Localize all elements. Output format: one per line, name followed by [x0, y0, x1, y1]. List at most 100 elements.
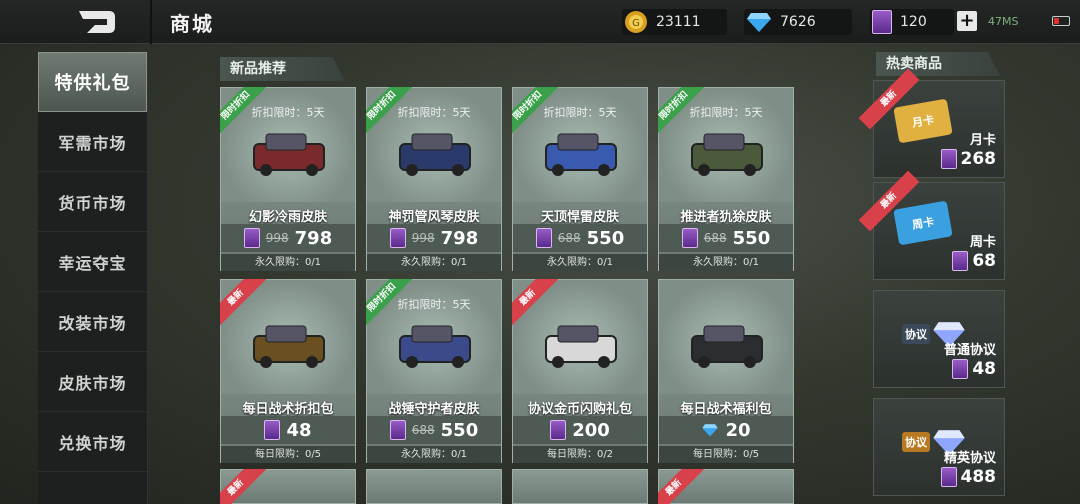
product-card[interactable]: 最新 每日战术折扣包 48 每日限购：0/5	[220, 279, 356, 463]
product-card[interactable]: 限时折扣 折扣限时：5天 天顶悍雷皮肤 688 550 永久限购：0/1	[512, 87, 648, 271]
original-price: 688	[557, 231, 581, 245]
gold-amount: 23111	[656, 14, 701, 30]
sidebar-item-lucky-draw[interactable]: 幸运夺宝	[38, 232, 147, 292]
product-card-partial[interactable]: 最新	[658, 469, 794, 504]
product-name: 每日战术折扣包	[242, 402, 334, 417]
product-card[interactable]: 限时折扣 折扣限时：5天 幻影冷雨皮肤 998 798 永久限购：0/1	[220, 87, 356, 271]
diamond-icon	[747, 13, 771, 32]
hot-items-header: 热卖商品	[876, 52, 1000, 76]
hot-item-price: 488	[940, 467, 997, 487]
coupon-icon	[243, 228, 260, 248]
new-items-header: 新品推荐	[220, 57, 345, 81]
coupon-amount: 120	[900, 14, 927, 30]
sidebar-item-supply-market[interactable]: 军需市场	[38, 112, 147, 172]
hot-item-name: 普通协议	[943, 343, 996, 358]
hot-item[interactable]: 协议 精英协议 488	[873, 398, 1005, 496]
coupon-counter[interactable]: 120	[870, 9, 954, 35]
product-image	[399, 133, 471, 176]
hot-item-price: 268	[940, 149, 997, 169]
price-bar: 688 550	[659, 224, 793, 252]
hot-item-name: 周卡	[969, 235, 996, 250]
product-image	[691, 325, 763, 368]
sale-price: 550	[586, 227, 625, 249]
sidebar: 特供礼包 军需市场 货币市场 幸运夺宝 改装市场 皮肤市场 兑换市场	[38, 52, 148, 504]
product-card-partial[interactable]	[512, 469, 648, 504]
hot-item-name: 精英协议	[943, 451, 996, 466]
purchase-limit: 永久限购：0/1	[659, 254, 793, 271]
diamond-amount: 7626	[780, 14, 816, 30]
hot-item[interactable]: 协议 普通协议 48	[873, 290, 1005, 388]
product-name: 幻影冷雨皮肤	[248, 210, 327, 225]
sale-price: 798	[294, 227, 333, 249]
svg-text:G: G	[632, 18, 640, 29]
sidebar-item-mod-market[interactable]: 改装市场	[38, 292, 147, 352]
hot-item-price-value: 488	[960, 467, 997, 487]
product-image	[399, 325, 471, 368]
gold-counter[interactable]: G 23111	[622, 9, 727, 35]
sidebar-item-special-pack[interactable]: 特供礼包	[38, 52, 147, 112]
price-bar: 200	[513, 416, 647, 444]
diamond-icon	[702, 424, 719, 437]
sale-price: 200	[572, 419, 610, 441]
hot-item[interactable]: 周卡 最新 周卡 68	[858, 170, 1005, 280]
diamond-counter[interactable]: 7626	[744, 9, 852, 35]
purchase-limit: 每日限购：0/5	[659, 446, 793, 463]
product-name: 协议金币闪购礼包	[527, 402, 632, 417]
hot-item-price: 68	[952, 251, 996, 271]
price-bar: 688 550	[367, 416, 501, 444]
coupon-icon	[952, 251, 969, 271]
price-bar: 20	[659, 416, 793, 444]
coupon-icon	[940, 467, 957, 487]
hot-item-price: 48	[952, 359, 996, 379]
product-card-partial[interactable]: 最新	[220, 469, 356, 504]
product-card[interactable]: 限时折扣 折扣限时：5天 推进者犰狳皮肤 688 550 永久限购：0/1	[658, 87, 794, 271]
sale-price: 48	[286, 419, 312, 441]
hot-item-price-value: 48	[972, 359, 996, 379]
coupon-icon	[952, 359, 969, 379]
product-name: 神罚管风琴皮肤	[388, 210, 480, 225]
price-bar: 998 798	[367, 224, 501, 252]
ping-readout: 47MS	[988, 15, 1019, 28]
monthly-card-icon: 月卡	[893, 98, 953, 144]
discount-timer: 折扣限时：5天	[397, 106, 471, 119]
sale-price: 550	[732, 227, 771, 249]
purchase-limit: 永久限购：0/1	[221, 254, 355, 271]
product-image	[545, 133, 617, 176]
original-price: 998	[265, 231, 289, 245]
product-image	[253, 133, 325, 176]
sidebar-item-exchange-market[interactable]: 兑换市场	[38, 412, 147, 472]
sale-price: 550	[440, 419, 479, 441]
add-currency-button[interactable]: +	[957, 11, 977, 31]
page-title: 商城	[170, 12, 214, 36]
hot-item-name: 月卡	[969, 133, 996, 148]
coupon-icon	[389, 420, 406, 440]
discount-timer: 折扣限时：5天	[397, 298, 471, 311]
product-card[interactable]: 最新 协议金币闪购礼包 200 每日限购：0/2	[512, 279, 648, 463]
product-card-partial[interactable]	[366, 469, 502, 504]
sale-price: 798	[440, 227, 479, 249]
price-bar: 688 550	[513, 224, 647, 252]
purchase-limit: 永久限购：0/1	[367, 446, 501, 463]
coupon-icon	[681, 228, 698, 248]
sidebar-item-currency-market[interactable]: 货币市场	[38, 172, 147, 232]
back-button[interactable]	[40, 0, 152, 44]
weekly-card-icon: 周卡	[893, 200, 953, 246]
product-card[interactable]: 每日战术福利包 20 每日限购：0/5	[658, 279, 794, 463]
gold-coin-icon: G	[625, 11, 647, 33]
price-bar: 998 798	[221, 224, 355, 252]
hot-item-price-value: 68	[972, 251, 996, 271]
back-arrow-icon	[79, 11, 115, 33]
sidebar-item-skin-market[interactable]: 皮肤市场	[38, 352, 147, 412]
original-price: 688	[411, 423, 435, 437]
hot-item-price-value: 268	[960, 149, 997, 169]
product-card[interactable]: 限时折扣 折扣限时：5天 战锤守护者皮肤 688 550 永久限购：0/1	[366, 279, 502, 463]
coupon-icon	[264, 420, 281, 440]
product-card[interactable]: 限时折扣 折扣限时：5天 神罚管风琴皮肤 998 798 永久限购：0/1	[366, 87, 502, 271]
purchase-limit: 每日限购：0/2	[513, 446, 647, 463]
product-image	[691, 133, 763, 176]
hot-item[interactable]: 月卡 最新 月卡 268	[858, 68, 1005, 178]
product-name: 推进者犰狳皮肤	[680, 210, 772, 225]
product-name: 每日战术福利包	[680, 402, 772, 417]
coupon-icon	[389, 228, 406, 248]
coupon-icon	[535, 228, 552, 248]
